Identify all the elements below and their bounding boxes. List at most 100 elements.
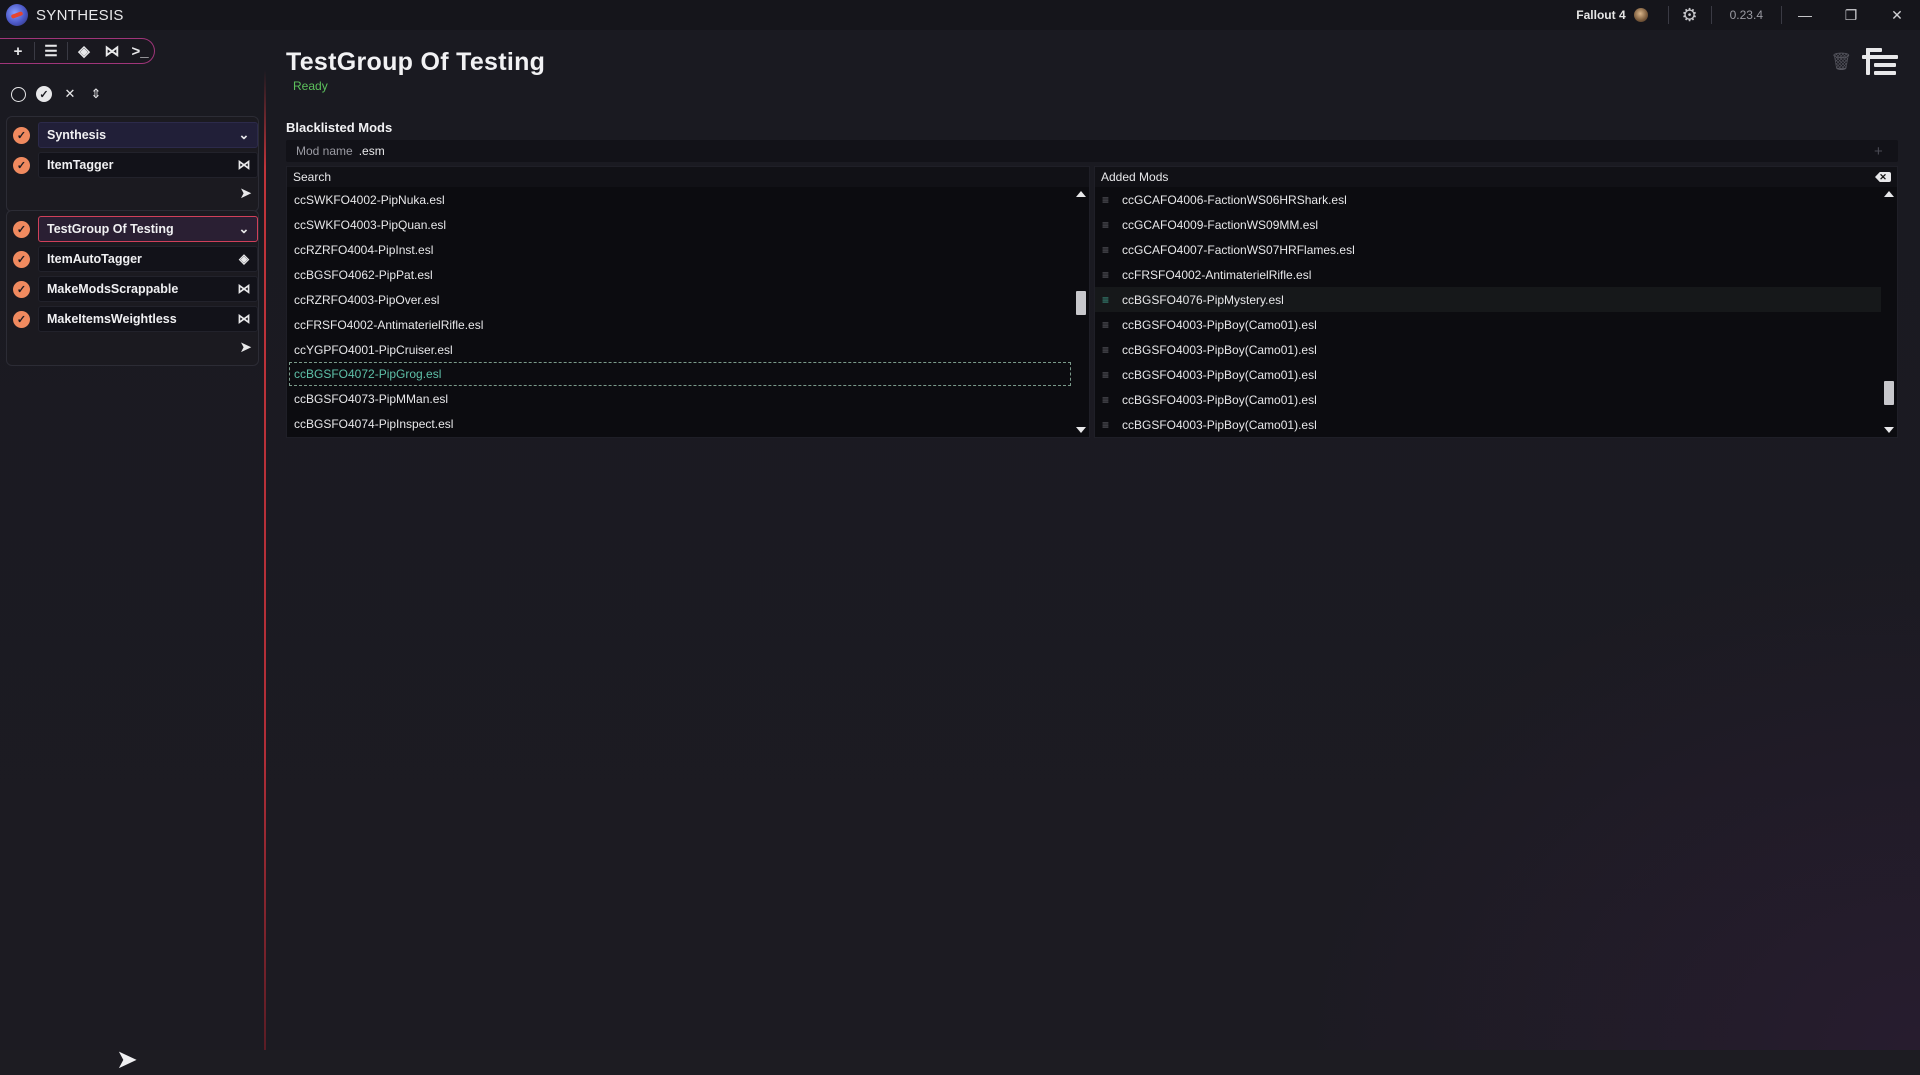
clear-list-icon[interactable]: ✕ [1875, 172, 1891, 182]
chevron-down-icon[interactable]: ⌄ [231, 221, 257, 237]
visual-studio-icon[interactable]: ⋈ [98, 39, 126, 63]
group-name: TestGroup Of Testing [47, 222, 174, 236]
drag-handle-icon[interactable]: ≡ [1102, 393, 1112, 407]
list-icon[interactable]: ☰ [37, 39, 65, 63]
deselect-all-icon[interactable] [10, 86, 26, 102]
enabled-check-icon[interactable]: ✓ [13, 280, 30, 298]
patcher-name: ItemTagger [47, 158, 114, 172]
search-scrollbar[interactable] [1073, 187, 1089, 437]
clear-icon[interactable]: ✕ [62, 86, 78, 102]
add-icon[interactable]: + [4, 39, 32, 63]
group-header[interactable]: Synthesis ⌄ [38, 122, 258, 148]
selection-tools: ✓ ✕ ⇕ [10, 86, 104, 102]
menu-icon[interactable] [1860, 46, 1898, 80]
terminal-icon[interactable]: >_ [126, 39, 154, 63]
enabled-check-icon[interactable]: ✓ [13, 250, 30, 268]
drag-handle-icon[interactable]: ≡ [1102, 293, 1112, 307]
patcher-row[interactable]: ✓ ItemAutoTagger ◈ [7, 245, 258, 273]
drag-handle-icon[interactable]: ≡ [1102, 368, 1112, 382]
scroll-up-icon[interactable] [1076, 191, 1086, 197]
chevron-down-icon[interactable]: ⌄ [231, 127, 257, 143]
drag-handle-icon[interactable]: ≡ [1102, 193, 1112, 207]
search-list-item[interactable]: ccRZRFO4003-PipOver.esl [287, 287, 1073, 312]
visual-studio-icon: ⋈ [237, 311, 251, 326]
page-title: TestGroup Of Testing [286, 48, 546, 76]
search-list-item[interactable]: ccBGSFO4062-PipPat.esl [287, 262, 1073, 287]
search-list-item[interactable]: ccBGSFO4074-PipInspect.esl [287, 411, 1073, 436]
added-mod-item[interactable]: ≡ ccFRSFO4002-AntimaterielRifle.esl [1095, 262, 1881, 287]
drag-handle-icon[interactable]: ≡ [1102, 418, 1112, 432]
drag-handle-icon[interactable]: ≡ [1102, 218, 1112, 232]
added-mod-item[interactable]: ≡ ccBGSFO4003-PipBoy(Camo01).esl [1095, 387, 1881, 412]
group-header-row[interactable]: ✓ TestGroup Of Testing ⌄ [7, 215, 258, 243]
search-list-item[interactable]: ccFRSFO4002-AntimaterielRifle.esl [287, 312, 1073, 337]
drag-handle-icon[interactable]: ≡ [1102, 343, 1112, 357]
search-list-item[interactable]: ccRZRFO4004-PipInst.esl [287, 237, 1073, 262]
added-mod-name: ccFRSFO4002-AntimaterielRifle.esl [1122, 267, 1312, 282]
added-mod-name: ccBGSFO4003-PipBoy(Camo01).esl [1122, 392, 1317, 407]
patcher-row[interactable]: ✓ MakeModsScrappable ⋈ [7, 275, 258, 303]
search-list-item[interactable]: ccBGSFO4073-PipMMan.esl [287, 386, 1073, 411]
drag-handle-icon[interactable]: ≡ [1102, 243, 1112, 257]
select-all-icon[interactable]: ✓ [36, 86, 52, 102]
added-mod-name: ccBGSFO4003-PipBoy(Camo01).esl [1122, 342, 1317, 357]
scroll-up-icon[interactable] [1884, 191, 1894, 197]
collapse-icon[interactable]: ⇕ [88, 86, 104, 102]
enabled-check-icon[interactable]: ✓ [13, 156, 30, 174]
added-mod-item[interactable]: ≡ ccGCAFO4006-FactionWS06HRShark.esl [1095, 187, 1881, 212]
search-list-item[interactable]: ccSWKFO4002-PipNuka.esl [287, 187, 1073, 212]
mod-name-field[interactable]: Mod name .esm + [286, 140, 1898, 162]
group-header-row[interactable]: ✓ Synthesis ⌄ [7, 121, 258, 149]
scroll-thumb[interactable] [1076, 291, 1086, 315]
added-mod-item[interactable]: ≡ ccBGSFO4003-PipBoy(Camo01).esl [1095, 412, 1881, 437]
search-list-item[interactable]: ccYGPFO4001-PipCruiser.esl [287, 337, 1073, 362]
minimize-button[interactable]: — [1782, 0, 1828, 30]
scroll-down-icon[interactable] [1076, 427, 1086, 433]
trash-icon[interactable]: 🗑 [1830, 52, 1852, 72]
search-list-item[interactable]: ccSWKFO4003-PipQuan.esl [287, 212, 1073, 237]
close-button[interactable]: ✕ [1874, 0, 1920, 30]
patcher-name: MakeModsScrappable [47, 282, 179, 296]
enabled-check-icon[interactable]: ✓ [13, 126, 30, 144]
patcher-item[interactable]: MakeModsScrappable ⋈ [38, 276, 258, 302]
git-icon[interactable]: ◈ [70, 39, 98, 63]
patcher-name: ItemAutoTagger [47, 252, 142, 266]
added-mod-item[interactable]: ≡ ccGCAFO4009-FactionWS09MM.esl [1095, 212, 1881, 237]
drag-handle-icon[interactable]: ≡ [1102, 268, 1112, 282]
run-all-send-icon[interactable]: ➤ [116, 1044, 138, 1075]
added-mods-scrollbar[interactable] [1881, 187, 1897, 437]
run-group-send-icon[interactable]: ➤ [7, 181, 258, 205]
patcher-row[interactable]: ✓ MakeItemsWeightless ⋈ [7, 305, 258, 333]
added-mod-item[interactable]: ≡ ccBGSFO4076-PipMystery.esl [1095, 287, 1881, 312]
group-synthesis: ✓ Synthesis ⌄ ✓ ItemTagger ⋈ ➤ [6, 116, 259, 212]
patcher-row[interactable]: ✓ ItemTagger ⋈ [7, 151, 258, 179]
status-label: Ready [293, 79, 328, 93]
drag-handle-icon[interactable]: ≡ [1102, 318, 1112, 332]
added-mod-item[interactable]: ≡ ccBGSFO4003-PipBoy(Camo01).esl [1095, 337, 1881, 362]
patcher-item[interactable]: ItemAutoTagger ◈ [38, 246, 258, 272]
visual-studio-icon: ⋈ [237, 157, 251, 172]
scroll-down-icon[interactable] [1884, 427, 1894, 433]
patcher-item[interactable]: ItemTagger ⋈ [38, 152, 258, 178]
app-title: SYNTHESIS [36, 6, 124, 24]
search-list-item[interactable]: ccBGSFO4072-PipGrog.esl [289, 362, 1071, 386]
enabled-check-icon[interactable]: ✓ [13, 310, 30, 328]
run-group-send-icon[interactable]: ➤ [7, 335, 258, 359]
scroll-thumb[interactable] [1884, 381, 1894, 405]
restore-button[interactable]: ❐ [1828, 0, 1874, 30]
added-mods-header: Added Mods ✕ [1095, 167, 1897, 187]
game-selector-label[interactable]: Fallout 4 [1576, 8, 1625, 22]
added-mod-item[interactable]: ≡ ccGCAFO4007-FactionWS07HRFlames.esl [1095, 237, 1881, 262]
fallout-game-icon[interactable] [1633, 8, 1648, 22]
added-mod-name: ccBGSFO4003-PipBoy(Camo01).esl [1122, 367, 1317, 382]
patcher-item[interactable]: MakeItemsWeightless ⋈ [38, 306, 258, 332]
group-name: Synthesis [47, 128, 107, 142]
group-header[interactable]: TestGroup Of Testing ⌄ [38, 216, 258, 242]
add-mod-icon[interactable]: + [1874, 143, 1898, 160]
added-mod-item[interactable]: ≡ ccBGSFO4003-PipBoy(Camo01).esl [1095, 312, 1881, 337]
added-mod-name: ccGCAFO4009-FactionWS09MM.esl [1122, 217, 1319, 232]
added-mod-item[interactable]: ≡ ccBGSFO4003-PipBoy(Camo01).esl [1095, 362, 1881, 387]
mod-name-input[interactable]: .esm [359, 144, 1874, 158]
enabled-check-icon[interactable]: ✓ [13, 220, 30, 238]
settings-gear-icon[interactable]: ⚙ [1669, 5, 1711, 26]
